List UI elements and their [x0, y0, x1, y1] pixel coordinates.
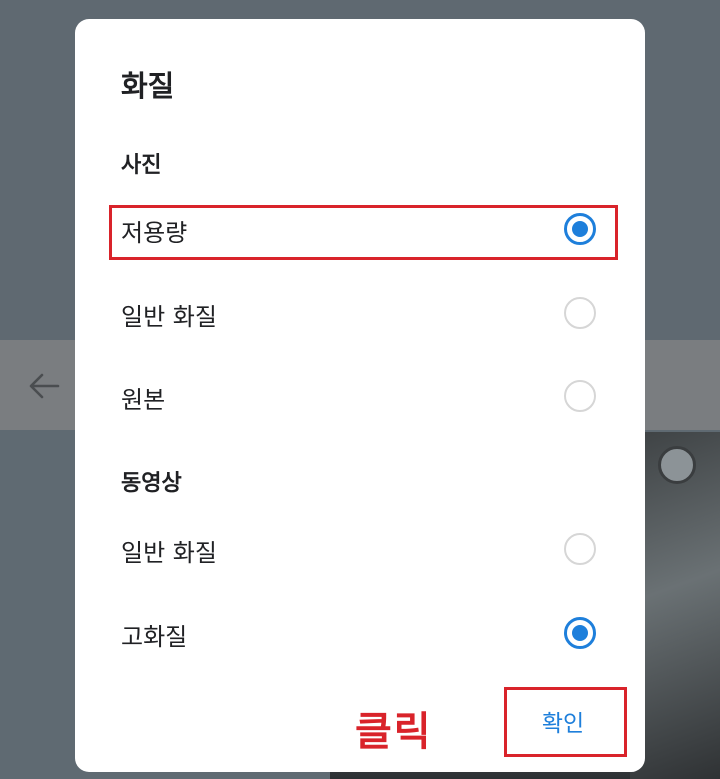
radio-button-checked[interactable]	[564, 213, 596, 245]
radio-button[interactable]	[564, 380, 596, 412]
click-annotation-text: 클릭	[355, 709, 433, 755]
radio-button[interactable]	[564, 297, 596, 329]
option-label: 저용량	[121, 219, 188, 247]
photo-select-circle-icon[interactable]	[658, 446, 696, 484]
section-header-video: 동영상	[121, 471, 182, 496]
option-label: 원본	[121, 386, 166, 414]
option-video-high[interactable]: 고화질	[75, 603, 645, 663]
option-label: 일반 화질	[121, 303, 217, 331]
section-header-photo: 사진	[121, 153, 162, 178]
option-photo-low[interactable]: 저용량	[75, 199, 645, 259]
dialog-title: 화질	[121, 69, 175, 103]
option-label: 고화질	[121, 623, 188, 651]
option-video-normal[interactable]: 일반 화질	[75, 519, 645, 579]
radio-button-checked[interactable]	[564, 617, 596, 649]
option-label: 일반 화질	[121, 539, 217, 567]
quality-dialog: 화질 사진 저용량 일반 화질 원본 동영상 일반 화질 고화질 클릭 확인	[75, 19, 645, 772]
confirm-button[interactable]: 확인	[505, 689, 621, 753]
option-photo-original[interactable]: 원본	[75, 366, 645, 426]
radio-button[interactable]	[564, 533, 596, 565]
arrow-left-icon[interactable]	[24, 366, 64, 406]
option-photo-normal[interactable]: 일반 화질	[75, 283, 645, 343]
